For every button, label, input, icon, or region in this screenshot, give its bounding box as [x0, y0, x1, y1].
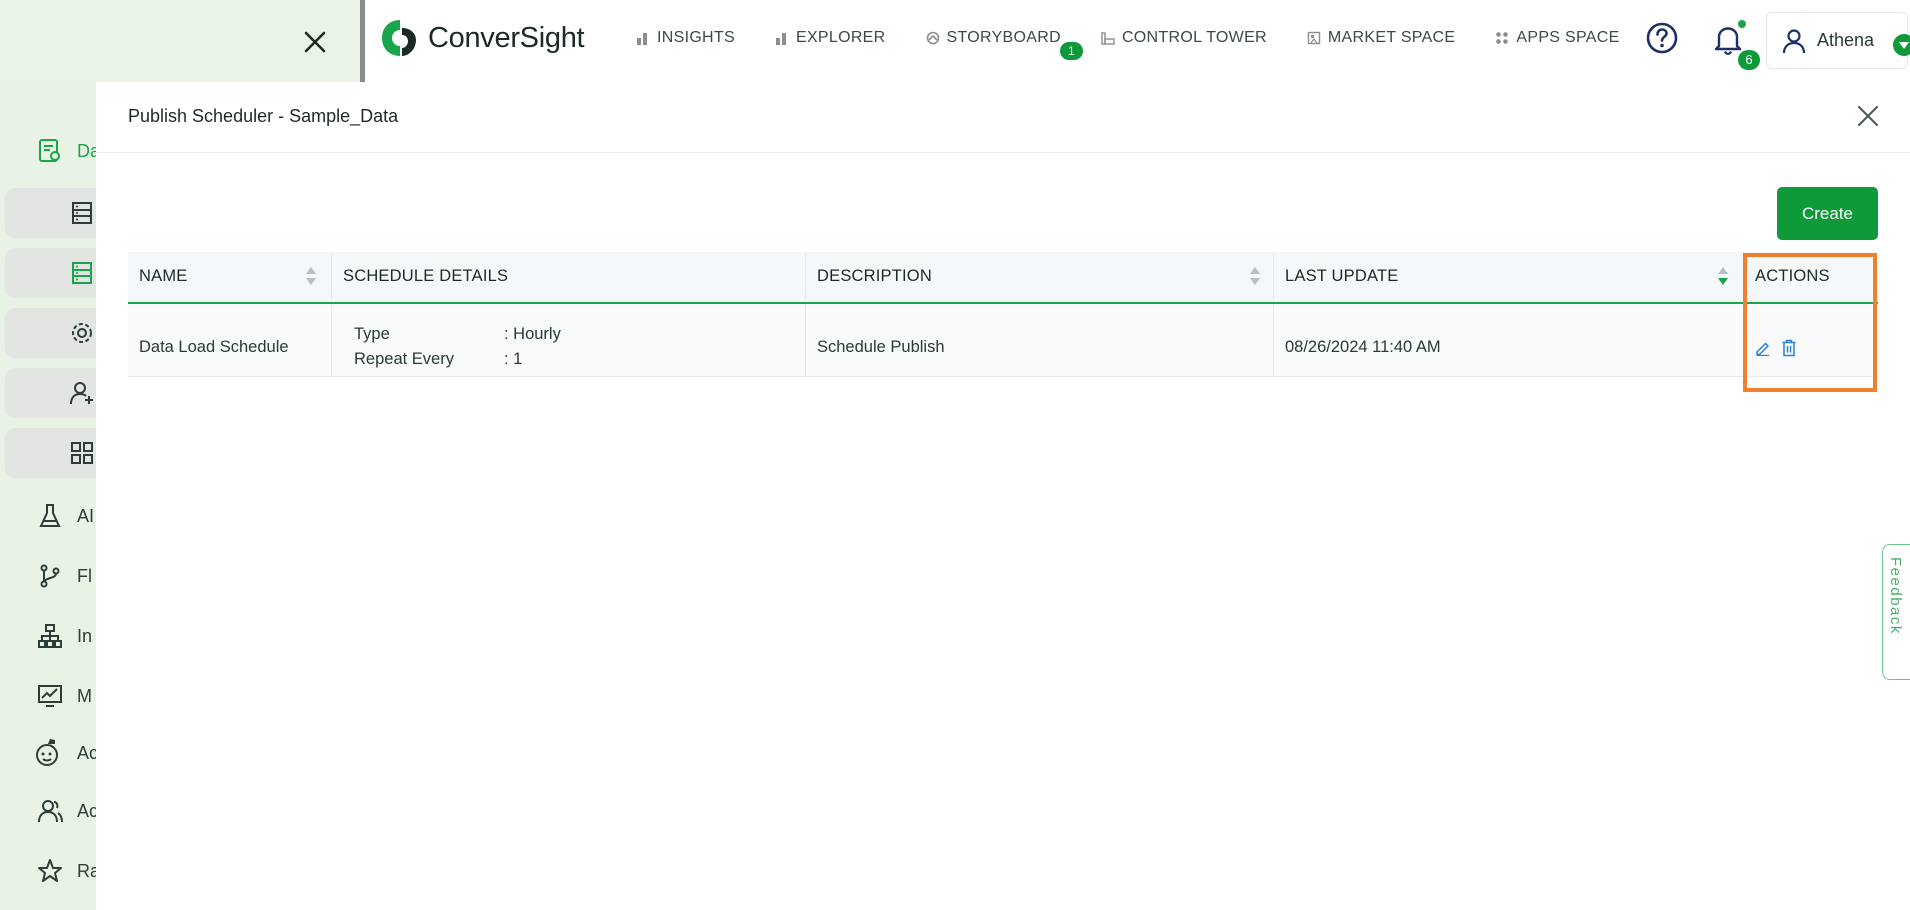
help-icon[interactable] [1646, 22, 1678, 54]
sidebar-item-monitor[interactable]: M [37, 683, 92, 709]
sidebar-item-label: Fl [77, 565, 92, 586]
col-header-schedule-details: SCHEDULE DETAILS [332, 252, 806, 302]
column-header-label: DESCRIPTION [817, 267, 932, 285]
sidebar-item-label: AI [77, 505, 95, 526]
schedule-name: Data Load Schedule [139, 338, 289, 356]
notification-count: 6 [1738, 50, 1760, 70]
conversight-logo-icon [382, 20, 416, 56]
nav-apps-space[interactable]: APPS SPACE [1495, 24, 1619, 52]
sidebar-item-label: M [77, 685, 92, 706]
main-nav: INSIGHTS EXPLORER STORYBOARD 1 CONTROL T… [636, 24, 1660, 60]
sort-icon[interactable] [306, 267, 316, 287]
col-header-name[interactable]: NAME [128, 252, 332, 302]
column-header-label: LAST UPDATE [1285, 267, 1399, 285]
nav-label: EXPLORER [795, 29, 886, 46]
sidebar-item-integrations[interactable]: In [37, 623, 92, 649]
user-add-icon [70, 382, 93, 405]
detail-value: : 1 [504, 350, 523, 368]
bar-chart-icon [637, 33, 647, 45]
nav-label: STORYBOARD [946, 29, 1061, 46]
nav-explorer[interactable]: EXPLORER [775, 24, 886, 52]
sidebar-item-ratings[interactable]: Ra [37, 858, 100, 884]
brand-logo[interactable]: ConverSight [378, 18, 585, 58]
users-icon [38, 800, 63, 823]
top-bar: ConverSight INSIGHTS EXPLORER STORYBOARD… [0, 0, 1910, 82]
col-header-description[interactable]: DESCRIPTION [806, 252, 1274, 302]
table-header: NAME SCHEDULE DETAILS DESCRIPTION LAST U… [128, 252, 1878, 304]
sidebar-item-agent[interactable]: Ac [33, 738, 98, 768]
last-update-text: 08/26/2024 11:40 AM [1285, 338, 1441, 356]
detail-value: : Hourly [504, 325, 561, 343]
storyboard-badge: 1 [1059, 42, 1083, 60]
sidebar: Da AI Fl In M Ac Ac Ra [0, 82, 115, 910]
detail-label: Type [354, 325, 390, 343]
bell-icon[interactable] [1713, 23, 1743, 55]
user-icon [1782, 28, 1806, 53]
panel-title: Publish Scheduler - Sample_Data [128, 106, 399, 126]
cell-description: Schedule Publish [806, 304, 1274, 376]
store-icon [1307, 31, 1321, 45]
sidebar-item-label: Ac [77, 742, 99, 763]
sidebar-item-data[interactable]: Da [37, 138, 100, 164]
close-icon[interactable] [300, 27, 330, 57]
database-icon [72, 202, 92, 224]
flow-icon [40, 564, 60, 588]
feedback-tab[interactable]: Feedback [1882, 544, 1910, 680]
edit-icon[interactable] [1755, 340, 1771, 356]
trash-icon[interactable] [1781, 339, 1797, 357]
nav-label: APPS SPACE [1516, 29, 1620, 46]
cell-last-update: 08/26/2024 11:40 AM [1274, 304, 1744, 376]
sidebar-item-ai[interactable]: AI [37, 503, 94, 529]
close-icon[interactable] [1856, 104, 1880, 128]
flask-icon [39, 504, 61, 527]
col-header-last-update[interactable]: LAST UPDATE [1274, 252, 1744, 302]
detail-label: Repeat Every [354, 350, 454, 368]
sidebar-item-flow[interactable]: Fl [37, 563, 92, 589]
user-name: Athena [1817, 30, 1875, 50]
storyboard-icon [926, 31, 939, 45]
chevron-down-icon[interactable] [1893, 34, 1910, 56]
nav-storyboard[interactable]: STORYBOARD 1 [926, 24, 1083, 60]
feedback-label: Feedback [1887, 557, 1904, 635]
sort-icon[interactable] [1250, 267, 1260, 287]
nav-control-tower[interactable]: CONTROL TOWER [1101, 24, 1267, 52]
grid-icon [71, 442, 93, 464]
bar-chart-icon [775, 33, 786, 45]
divider [360, 0, 365, 82]
data-icon [39, 139, 60, 162]
notification-dot [1738, 20, 1746, 28]
cell-schedule-details: Type : Hourly Repeat Every : 1 [332, 304, 806, 376]
cell-name: Data Load Schedule [128, 304, 332, 376]
divider [96, 152, 1910, 153]
column-header-label: ACTIONS [1755, 267, 1830, 285]
publish-scheduler-panel: Publish Scheduler - Sample_Data Create N… [96, 82, 1910, 910]
column-header-label: NAME [139, 267, 188, 285]
database-icon [72, 262, 92, 284]
star-icon [38, 859, 62, 882]
apps-grid-icon [1496, 32, 1509, 44]
agent-icon [36, 739, 58, 766]
nav-market-space[interactable]: MARKET SPACE [1307, 24, 1455, 52]
nav-label: INSIGHTS [657, 29, 735, 46]
sidebar-item-label: Ac [77, 800, 99, 821]
column-header-label: SCHEDULE DETAILS [343, 267, 509, 285]
gear-icon [72, 323, 92, 343]
user-menu[interactable]: Athena [1766, 12, 1910, 69]
brand-name: ConverSight [428, 21, 585, 54]
nav-insights[interactable]: INSIGHTS [636, 24, 735, 52]
tower-icon [1101, 32, 1115, 45]
sidebar-item-label: In [77, 625, 93, 646]
create-button[interactable]: Create [1777, 187, 1878, 240]
schedule-details: Type : Hourly Repeat Every : 1 [354, 325, 561, 375]
nav-label: MARKET SPACE [1327, 29, 1456, 46]
description-text: Schedule Publish [817, 338, 945, 356]
sidebar-item-accounts[interactable]: Ac [37, 798, 98, 824]
sort-icon[interactable] [1718, 267, 1728, 287]
col-header-actions: ACTIONS [1744, 252, 1878, 302]
monitor-chart-icon [38, 685, 62, 707]
nav-label: CONTROL TOWER [1121, 29, 1267, 46]
table-row[interactable]: Data Load Schedule Type : Hourly Repeat E… [128, 304, 1878, 377]
hierarchy-icon [38, 624, 62, 648]
